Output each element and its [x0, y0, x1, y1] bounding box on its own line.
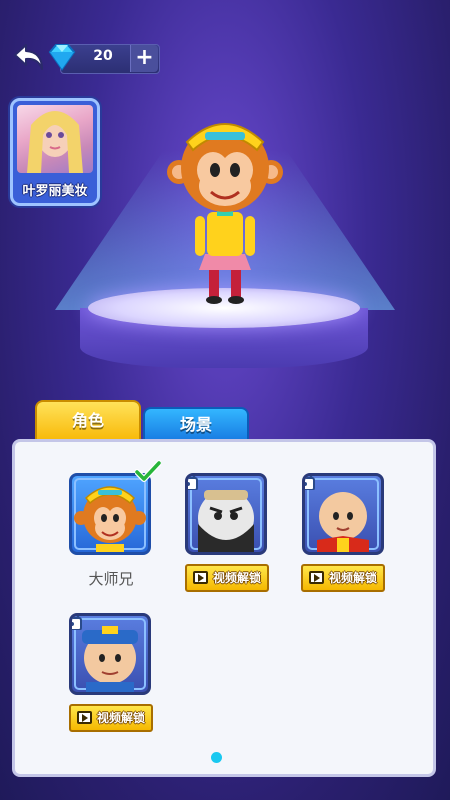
role-card-locked-4[interactable] [69, 613, 151, 695]
character-portrait [317, 492, 369, 552]
promo-label: 叶罗丽美妆 [22, 184, 88, 199]
video-icon [309, 571, 324, 584]
role-card-locked-3[interactable] [302, 473, 384, 555]
video-icon [193, 571, 208, 584]
diamond-icon [48, 44, 76, 71]
monkey-portrait [74, 486, 146, 552]
role-card-locked-2[interactable] [185, 473, 267, 555]
unlock-label: 视频解锁 [97, 711, 146, 725]
promo-image [17, 105, 93, 173]
role-name-label: 大师兄 [88, 570, 134, 588]
video-unlock-button[interactable]: 视频解锁 [185, 564, 269, 592]
tab-scene[interactable]: 场景 [143, 407, 249, 443]
unlock-label: 视频解锁 [329, 571, 378, 585]
add-gems-button[interactable]: + [130, 45, 158, 72]
lock-icon [72, 616, 82, 630]
video-icon [77, 711, 92, 724]
page-indicator-dot [211, 752, 222, 763]
back-arrow-icon[interactable] [12, 42, 46, 72]
video-unlock-button[interactable]: 视频解锁 [301, 564, 385, 592]
lock-icon [305, 476, 315, 490]
lock-icon [188, 476, 198, 490]
monkey-character-preview [167, 123, 283, 304]
character-portrait [198, 490, 254, 552]
unlock-label: 视频解锁 [213, 571, 262, 585]
selected-check-icon [135, 460, 161, 482]
video-unlock-button[interactable]: 视频解锁 [69, 704, 153, 732]
gem-count: 20 [93, 48, 113, 64]
character-portrait [82, 626, 138, 692]
tab-role[interactable]: 角色 [35, 400, 141, 444]
promo-app-card[interactable]: 叶罗丽美妆 [10, 98, 100, 206]
role-card-dashixiong[interactable] [69, 473, 151, 555]
